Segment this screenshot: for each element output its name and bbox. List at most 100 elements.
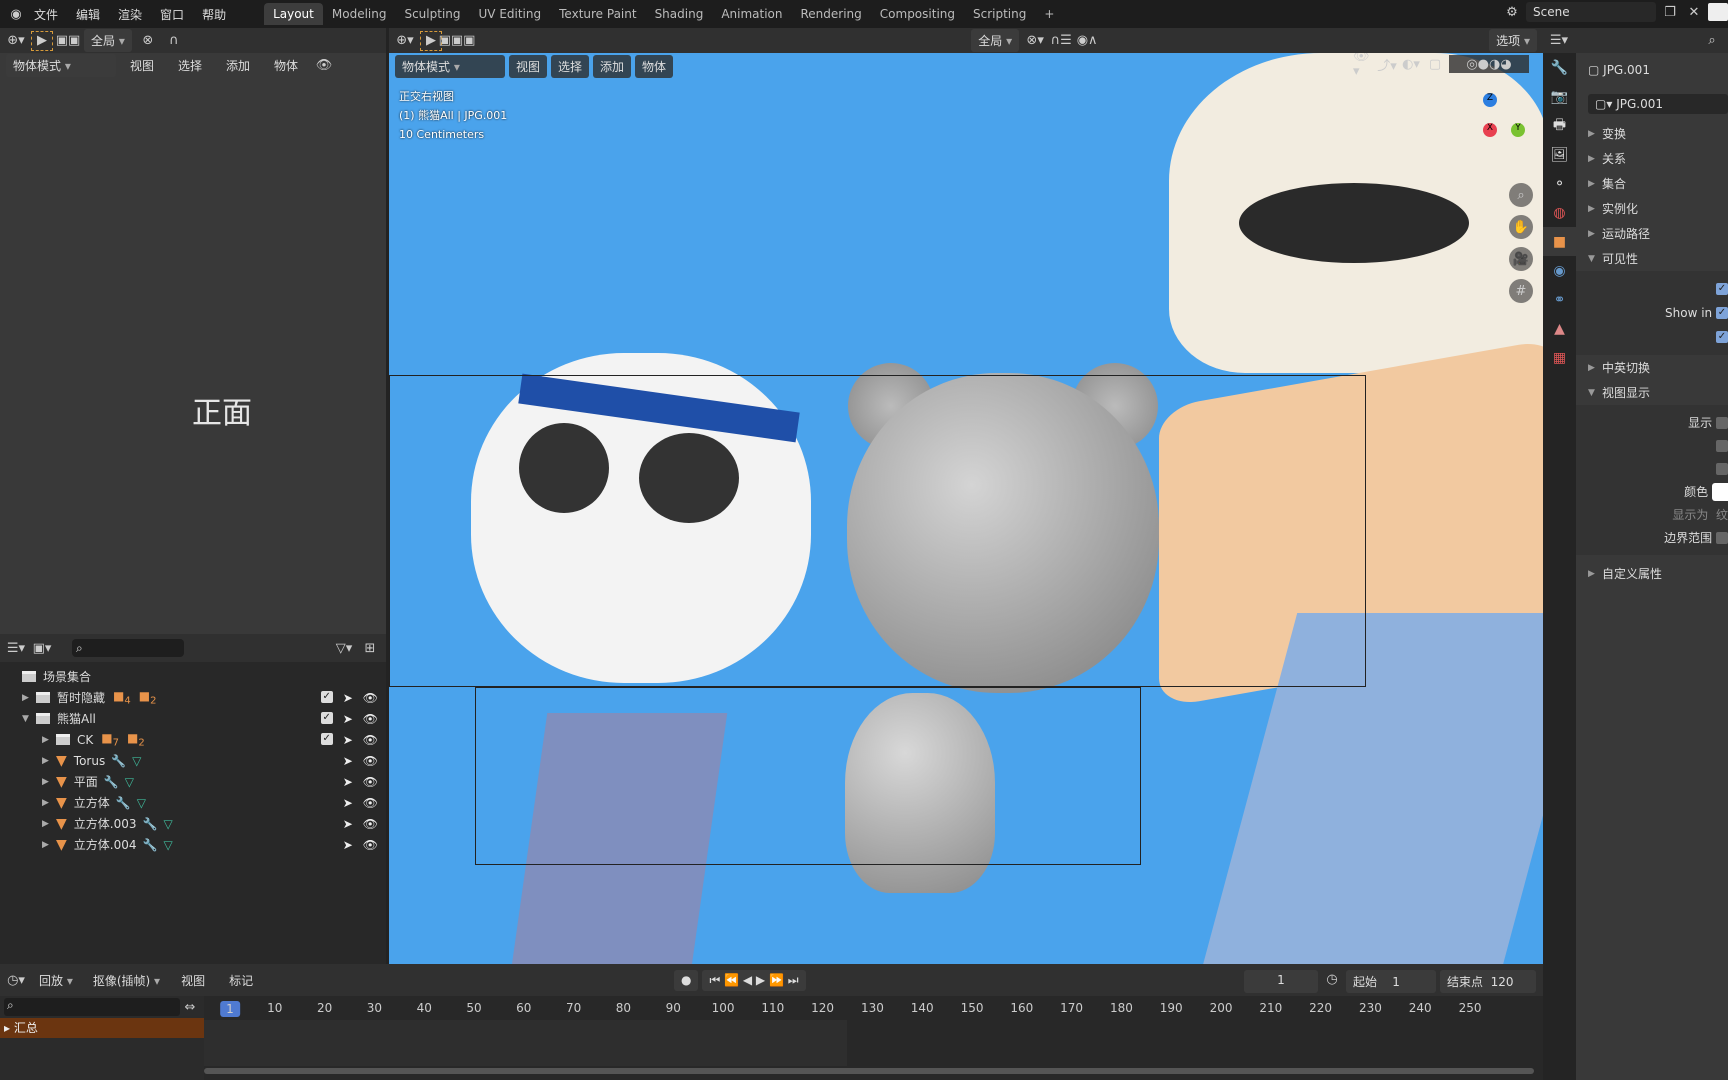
menu-add[interactable]: 添加 xyxy=(218,57,260,74)
selectable-arrow-icon[interactable]: ➤ xyxy=(343,691,353,705)
scene-tab-icon[interactable]: ⚬ xyxy=(1543,169,1576,198)
editor-type-icon[interactable]: ⊕▾ xyxy=(395,32,415,50)
navigation-gizmo[interactable]: Z X Y xyxy=(1455,93,1525,173)
color-swatch[interactable] xyxy=(1712,482,1728,501)
tab-rendering[interactable]: Rendering xyxy=(792,3,871,25)
outliner-root[interactable]: 场景集合 xyxy=(0,666,386,687)
pan-hand-icon[interactable]: ✋ xyxy=(1509,215,1533,239)
display-name-checkbox[interactable] xyxy=(1716,416,1728,429)
object-data-field[interactable]: ▢▾ JPG.001 xyxy=(1588,94,1728,114)
select-tool-icon[interactable]: ▶ xyxy=(31,30,53,51)
display-as-dropdown[interactable]: 纹 xyxy=(1716,506,1728,523)
horizontal-scrollbar[interactable] xyxy=(204,1068,1534,1074)
menu-file[interactable]: 文件 xyxy=(26,6,68,23)
editor-type-icon[interactable]: ◷▾ xyxy=(6,971,26,989)
section-viewport-display[interactable]: ▼ 视图显示 xyxy=(1576,380,1728,405)
collapsed-arrow-icon[interactable]: ▶ xyxy=(42,819,56,829)
tab-shading[interactable]: Shading xyxy=(646,3,713,25)
collapsed-arrow-icon[interactable]: ▶ xyxy=(42,840,56,850)
section-motion-paths[interactable]: ▶ 运动路径 xyxy=(1576,221,1728,246)
output-tab-icon[interactable]: 🖶 xyxy=(1543,111,1576,140)
selectable-arrow-icon[interactable]: ➤ xyxy=(343,775,353,789)
eye-icon[interactable]: 👁 xyxy=(363,754,378,768)
collapsed-arrow-icon[interactable]: ▶ xyxy=(22,693,36,703)
copy-scene-icon[interactable]: ❐ xyxy=(1660,3,1680,21)
render-tab-icon[interactable]: 📷 xyxy=(1543,82,1576,111)
tab-sculpting[interactable]: Sculpting xyxy=(395,3,469,25)
tab-texture-paint[interactable]: Texture Paint xyxy=(550,3,645,25)
gizmo-z-axis[interactable]: Z xyxy=(1483,93,1497,107)
editor-type-icon[interactable]: ⊕▾ xyxy=(6,32,26,50)
options-dropdown[interactable]: 选项 xyxy=(1489,29,1537,52)
end-frame-field[interactable]: 结束点 120 xyxy=(1440,970,1536,993)
proportional-edit-icon[interactable]: ◉∧ xyxy=(1077,32,1098,50)
constraints-tab-icon[interactable]: ⚭ xyxy=(1543,285,1576,314)
selectable-arrow-icon[interactable]: ➤ xyxy=(343,754,353,768)
close-icon[interactable]: ✕ xyxy=(1684,3,1704,21)
eye-icon[interactable]: 👁 xyxy=(363,733,378,747)
menu-add[interactable]: 添加 xyxy=(593,55,632,78)
scene-selector[interactable]: Scene xyxy=(1526,2,1656,22)
transform-orientation-dropdown[interactable]: 全局 xyxy=(971,29,1020,52)
outliner-row[interactable]: ▶ ▼ Torus 🔧 ▽ ➤ 👁 xyxy=(0,750,386,771)
menu-marker[interactable]: 标记 xyxy=(221,972,263,989)
tab-compositing[interactable]: Compositing xyxy=(871,3,964,25)
tool-tab-icon[interactable]: 🔧 xyxy=(1543,53,1576,82)
filter-view-icon[interactable]: ▣▾ xyxy=(32,639,52,657)
menu-render[interactable]: 渲染 xyxy=(110,6,152,23)
channel-search-input[interactable]: ⌕ xyxy=(4,998,180,1016)
visibility-icon[interactable]: 👁 xyxy=(314,57,334,75)
eye-icon[interactable]: 👁 xyxy=(363,691,378,705)
tab-modeling[interactable]: Modeling xyxy=(323,3,396,25)
eye-icon[interactable]: 👁 xyxy=(363,817,378,831)
world-tab-icon[interactable]: ◍ xyxy=(1543,198,1576,227)
pivot-icon[interactable]: ⊗ xyxy=(138,32,158,50)
collapsed-arrow-icon[interactable]: ▶ xyxy=(42,777,56,787)
selectable-arrow-icon[interactable]: ➤ xyxy=(343,733,353,747)
menu-help[interactable]: 帮助 xyxy=(194,6,236,23)
selectable-arrow-icon[interactable]: ➤ xyxy=(343,796,353,810)
view-layer-icon[interactable] xyxy=(1708,3,1728,21)
texture-tab-icon[interactable]: ▦ xyxy=(1543,343,1576,372)
section-transform[interactable]: ▶ 变换 xyxy=(1576,121,1728,146)
gizmo-y-axis[interactable]: Y xyxy=(1511,123,1525,137)
add-workspace-button[interactable]: + xyxy=(1035,3,1063,25)
exclude-checkbox[interactable]: ✓ xyxy=(320,711,333,724)
eye-icon[interactable]: 👁 xyxy=(363,712,378,726)
menu-select[interactable]: 选择 xyxy=(551,55,590,78)
selectable-checkbox[interactable]: ✓ xyxy=(1716,283,1728,295)
filter-icon[interactable]: ▽▾ xyxy=(334,639,354,657)
tab-scripting[interactable]: Scripting xyxy=(964,3,1035,25)
selectable-arrow-icon[interactable]: ➤ xyxy=(343,817,353,831)
eye-icon[interactable]: 👁 xyxy=(363,838,378,852)
summary-channel[interactable]: ▸ 汇总 xyxy=(0,1018,204,1038)
eye-icon[interactable]: 👁 xyxy=(363,796,378,810)
shading-mode-icons[interactable]: ◎●◑◕ xyxy=(1449,55,1529,73)
transform-orientation-dropdown[interactable]: 全局 xyxy=(84,29,132,52)
object-tab-icon[interactable]: ■ xyxy=(1543,227,1576,256)
menu-window[interactable]: 窗口 xyxy=(152,6,194,23)
pivot-icon[interactable]: ⊗▾ xyxy=(1025,32,1045,50)
exclude-checkbox[interactable]: ✓ xyxy=(320,690,333,703)
zoom-icon[interactable]: ⌕ xyxy=(1509,183,1533,207)
search-icon[interactable]: ⌕ xyxy=(1702,32,1722,50)
view-layer-tab-icon[interactable]: 🖼 xyxy=(1543,140,1576,169)
outliner-row[interactable]: ▶ CK ■7 ■2 ✓ ➤ 👁 xyxy=(0,729,386,750)
section-visibility[interactable]: ▼ 可见性 xyxy=(1576,246,1728,271)
outliner-row[interactable]: ▶ ▼ 立方体 🔧 ▽ ➤ 👁 xyxy=(0,792,386,813)
left-3d-viewport[interactable]: ⊕▾ ▶ ▣▣ 全局 ⊗ ∩ 物体模式 视图 选择 添加 物体 👁 正面 xyxy=(0,28,386,634)
visibility-icon[interactable]: 👁▾ xyxy=(1353,53,1373,79)
section-custom-properties[interactable]: ▶ 自定义属性 xyxy=(1576,561,1728,586)
collapsed-arrow-icon[interactable]: ▶ xyxy=(42,798,56,808)
select-mode-icons[interactable]: ▣▣▣ xyxy=(439,32,476,50)
collapsed-arrow-icon[interactable]: ▶ xyxy=(42,735,56,745)
keying-dropdown[interactable]: 抠像(插帧) xyxy=(86,969,167,992)
show-in-render-checkbox[interactable]: ✓ xyxy=(1716,331,1728,343)
tab-animation[interactable]: Animation xyxy=(712,3,791,25)
scene-icon[interactable]: ⚙ xyxy=(1502,3,1522,21)
bounds-checkbox[interactable] xyxy=(1716,531,1728,544)
outliner-row[interactable]: ▶ ▼ 平面 🔧 ▽ ➤ 👁 xyxy=(0,771,386,792)
overlay-toggle-icon[interactable]: ◐▾ xyxy=(1401,55,1421,73)
section-instancing[interactable]: ▶ 实例化 xyxy=(1576,196,1728,221)
menu-object[interactable]: 物体 xyxy=(266,57,308,74)
